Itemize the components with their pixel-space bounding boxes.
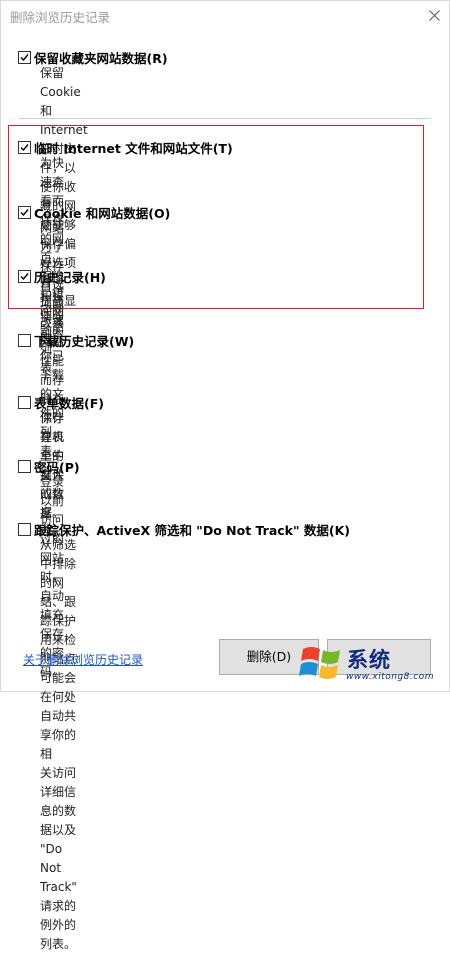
delete-browsing-history-dialog: 删除浏览历史记录 保留收藏夹网站数据(R) 保留 Cookie 和 Intern…	[0, 0, 450, 951]
dialog-title: 删除浏览历史记录	[10, 10, 111, 25]
checkmark-icon	[20, 209, 29, 217]
separator	[19, 118, 431, 119]
close-icon	[429, 10, 440, 21]
checkmark-icon	[20, 144, 29, 152]
title-bar: 删除浏览历史记录	[1, 1, 449, 31]
about-delete-history-link[interactable]: 关于删除浏览历史记录	[23, 651, 143, 668]
checkbox-form-data[interactable]	[18, 396, 31, 409]
option-label: 跟踪保护、ActiveX 筛选和 "Do Not Track" 数据(K)	[34, 523, 350, 538]
checkmark-icon	[20, 273, 29, 281]
windows-logo-icon	[299, 647, 340, 679]
checkbox-preserve-favorites[interactable]	[18, 51, 31, 64]
close-button[interactable]	[422, 4, 448, 28]
checkbox-tracking-protection[interactable]	[18, 523, 31, 536]
checkbox-passwords[interactable]	[18, 460, 31, 473]
option-description: 从筛选中排除的网站、跟踪保护用来检测站点可能会在何处自动共享你的相 关访问详细信…	[40, 538, 77, 951]
checkbox-cookies[interactable]	[18, 206, 31, 219]
watermark-text: 系统	[347, 647, 391, 672]
checkbox-history[interactable]	[18, 270, 31, 283]
checkmark-icon	[20, 54, 29, 62]
checkbox-download-history[interactable]	[18, 334, 31, 347]
checkbox-temp-internet-files[interactable]	[18, 141, 31, 154]
watermark-url: www.xitong8.com	[346, 672, 434, 682]
